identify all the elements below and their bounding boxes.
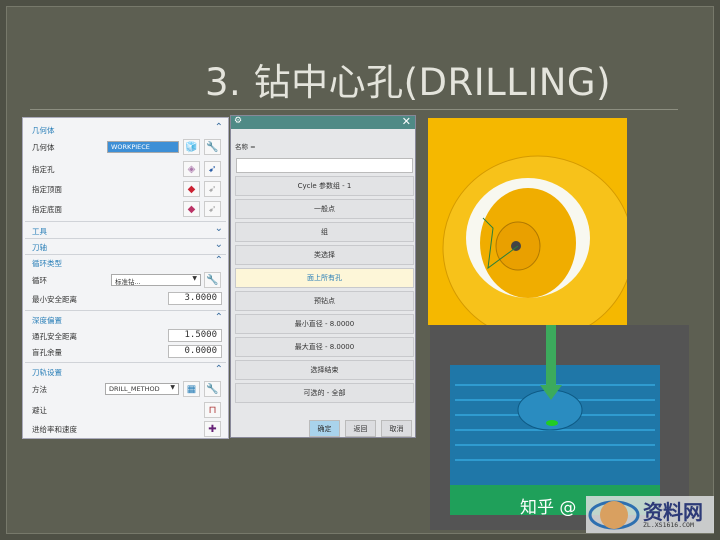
select-value: DRILL_METHOD bbox=[109, 385, 160, 393]
field-label: 避让 bbox=[32, 406, 47, 415]
display-icon[interactable]: ➹ bbox=[204, 161, 221, 177]
section-label: 工具 bbox=[32, 227, 47, 236]
feeds-speeds-icon[interactable]: ✚ bbox=[204, 421, 221, 437]
field-label: 方法 bbox=[32, 385, 47, 394]
cancel-button[interactable]: 取消 bbox=[381, 420, 412, 437]
section-label: 刀轴 bbox=[32, 243, 47, 252]
name-label: 名称 = bbox=[235, 143, 256, 151]
drilled-part-illustration bbox=[428, 118, 627, 325]
tool-axis-arrow bbox=[546, 325, 556, 385]
feeds-row: 进给率和速度 ✚ bbox=[23, 420, 228, 438]
cycle-row: 循环 标准钻... ▼ 🔧 bbox=[23, 271, 228, 289]
select-value: 标准钻... bbox=[115, 278, 141, 286]
section-label: 深度偏置 bbox=[32, 316, 62, 325]
dialog-option-button[interactable]: 面上所有孔 bbox=[235, 268, 414, 288]
chevron-up-icon: ⌃ bbox=[214, 312, 223, 323]
name-input[interactable] bbox=[236, 158, 413, 173]
chevron-up-icon: ⌃ bbox=[214, 364, 223, 375]
section-label: 刀轨设置 bbox=[32, 368, 62, 377]
dialog-option-button[interactable]: 一般点 bbox=[235, 199, 414, 219]
geometry-select[interactable]: WORKPIECE▼ bbox=[107, 141, 188, 153]
dialog-titlebar: ⚙ ✕ bbox=[231, 115, 415, 129]
blind-stock-row: 盲孔余量 0.0000 bbox=[23, 343, 228, 361]
dialog-option-button[interactable]: Cycle 参数组 - 1 bbox=[235, 176, 414, 196]
dialog-option-button[interactable]: 组 bbox=[235, 222, 414, 242]
avoidance-icon[interactable]: ⊓ bbox=[204, 402, 221, 418]
chevron-up-icon: ⌃ bbox=[214, 255, 223, 266]
chevron-down-icon: ⌄ bbox=[214, 223, 223, 234]
field-label: 指定孔 bbox=[32, 165, 55, 174]
dialog-option-button[interactable]: 预钻点 bbox=[235, 291, 414, 311]
field-label: 几何体 bbox=[32, 143, 55, 152]
drilling-operation-panel: 几何体⌃ 几何体 WORKPIECE▼ 🧊🔧 指定孔◈➹ 指定顶面◆➹ 指定底面… bbox=[22, 117, 229, 439]
slide-title: 3. 钻中心孔(DRILLING) bbox=[205, 61, 612, 104]
select-hole-icon[interactable]: ◈ bbox=[183, 161, 200, 177]
dialog-option-button[interactable]: 最小直径 - 8.0000 bbox=[235, 314, 414, 334]
select-top-face-icon[interactable]: ◆ bbox=[183, 181, 200, 197]
min-clearance-row: 最小安全距离 3.0000 bbox=[23, 290, 228, 308]
through-clearance-input[interactable]: 1.5000 bbox=[168, 329, 222, 342]
geometry-row: 几何体 WORKPIECE▼ 🧊🔧 bbox=[23, 138, 228, 156]
wrench-edit-icon[interactable]: 🔧 bbox=[204, 139, 221, 155]
method-select[interactable]: DRILL_METHOD ▼ bbox=[105, 383, 179, 395]
display-icon[interactable]: ➹ bbox=[204, 201, 221, 217]
field-label: 指定底面 bbox=[32, 205, 62, 214]
field-label: 指定顶面 bbox=[32, 185, 62, 194]
zhihu-watermark: 知乎 @ bbox=[520, 498, 577, 518]
chevron-down-icon: ⌄ bbox=[214, 239, 223, 250]
display-icon[interactable]: ➹ bbox=[204, 181, 221, 197]
cycle-select[interactable]: 标准钻... ▼ bbox=[111, 274, 201, 286]
dropdown-arrow-icon: ▼ bbox=[170, 384, 175, 391]
section-cycle-type[interactable]: 循环类型 ⌃ bbox=[23, 254, 228, 272]
dialog-option-button[interactable]: 可选的 - 全部 bbox=[235, 383, 414, 403]
field-label: 进给率和速度 bbox=[32, 425, 77, 434]
section-geometry[interactable]: 几何体 ⌃ bbox=[23, 121, 228, 139]
blind-stock-input[interactable]: 0.0000 bbox=[168, 345, 222, 358]
select-bottom-face-icon[interactable]: ◆ bbox=[183, 201, 200, 217]
field-label: 最小安全距离 bbox=[32, 295, 77, 304]
new-geometry-icon[interactable]: 🧊 bbox=[183, 139, 200, 155]
section-path-settings[interactable]: 刀轨设置 ⌃ bbox=[23, 363, 228, 381]
method-row: 方法 DRILL_METHOD ▼ ▦ 🔧 bbox=[23, 380, 228, 398]
logo-emblem bbox=[588, 500, 640, 530]
specify-top-row: 指定顶面 ◆ ➹ bbox=[23, 180, 228, 198]
min-clearance-input[interactable]: 3.0000 bbox=[168, 292, 222, 305]
dialog-option-button[interactable]: 类选择 bbox=[235, 245, 414, 265]
dropdown-arrow-icon: ▼ bbox=[192, 275, 197, 282]
title-divider bbox=[30, 109, 678, 110]
dialog-option-button[interactable]: 最大直径 - 8.0000 bbox=[235, 337, 414, 357]
dialog-option-button[interactable]: 选择结束 bbox=[235, 360, 414, 380]
avoid-row: 避让 ⊓ bbox=[23, 401, 228, 419]
part-view-yellow bbox=[428, 118, 627, 325]
field-label: 循环 bbox=[32, 276, 47, 285]
wrench-edit-icon[interactable]: 🔧 bbox=[204, 272, 221, 288]
section-label: 循环类型 bbox=[32, 259, 62, 268]
specify-hole-row: 指定孔 ◈ ➹ bbox=[23, 160, 228, 178]
logo-url: ZL.XS1616.COM bbox=[643, 521, 694, 529]
back-button[interactable]: 返回 bbox=[345, 420, 376, 437]
section-label: 几何体 bbox=[32, 126, 55, 135]
close-icon[interactable]: ✕ bbox=[402, 115, 411, 128]
ok-button[interactable]: 确定 bbox=[309, 420, 340, 437]
gear-icon: ⚙ bbox=[234, 116, 243, 126]
chevron-up-icon: ⌃ bbox=[214, 122, 223, 133]
field-label: 盲孔余量 bbox=[32, 348, 62, 357]
site-logo: 资料网 ZL.XS1616.COM bbox=[586, 496, 714, 533]
select-value: WORKPIECE bbox=[111, 143, 150, 151]
wrench-edit-icon[interactable]: 🔧 bbox=[204, 381, 221, 397]
drill-point bbox=[546, 420, 558, 426]
field-label: 通孔安全距离 bbox=[32, 332, 77, 341]
cycle-parameter-dialog: ⚙ ✕ 名称 = Cycle 参数组 - 1 一般点组类选择 面上所有孔 预钻点 最小直径… bbox=[230, 115, 416, 438]
new-method-icon[interactable]: ▦ bbox=[183, 381, 200, 397]
specify-bottom-row: 指定底面 ◆ ➹ bbox=[23, 200, 228, 218]
